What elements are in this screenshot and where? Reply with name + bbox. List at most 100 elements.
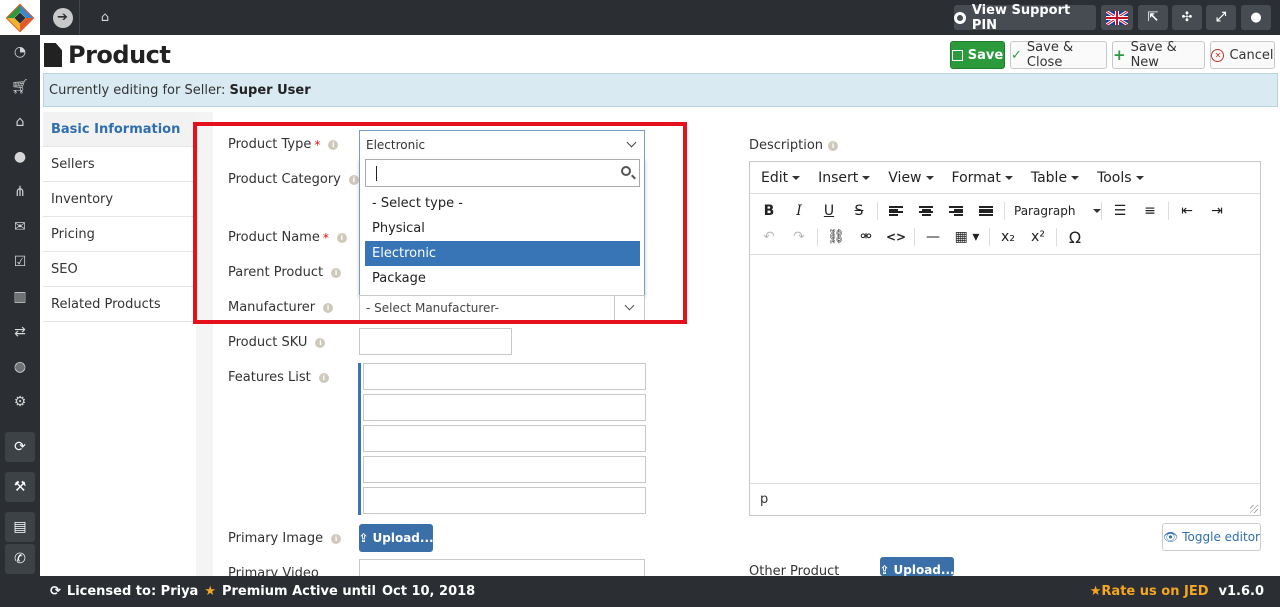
save-new-button[interactable]: + Save & New: [1112, 40, 1205, 70]
info-icon[interactable]: i: [331, 533, 342, 544]
joomla-admin-button[interactable]: ✣: [1172, 5, 1202, 30]
align-right-icon[interactable]: [941, 199, 971, 223]
primary-image-upload-button[interactable]: ⇪ Upload...: [358, 524, 434, 552]
editor-content-area[interactable]: [750, 254, 1260, 482]
cancel-button[interactable]: ✕ Cancel: [1210, 41, 1275, 69]
menu-edit[interactable]: Edit: [752, 170, 809, 186]
chevron-down-icon: [614, 296, 644, 320]
gear-icon[interactable]: ⚙: [0, 387, 40, 417]
feature-input[interactable]: [363, 456, 646, 483]
superscript-icon[interactable]: x²: [1023, 225, 1053, 249]
wrench-icon[interactable]: ⚒: [5, 472, 35, 502]
italic-icon[interactable]: I: [784, 199, 814, 223]
menu-view[interactable]: View: [879, 170, 942, 186]
redo-icon[interactable]: ↷: [784, 225, 814, 249]
dropdown-option[interactable]: - Select type -: [365, 191, 640, 216]
info-icon[interactable]: i: [828, 140, 839, 151]
book-icon[interactable]: ▤: [5, 512, 35, 542]
rate-us-link[interactable]: ★Rate us on JED: [1090, 584, 1209, 599]
info-icon[interactable]: i: [318, 372, 329, 383]
features-list-accent: [358, 363, 361, 515]
align-left-icon[interactable]: [881, 199, 911, 223]
resize-handle-icon[interactable]: [1250, 505, 1258, 513]
dropdown-option[interactable]: Physical: [365, 216, 640, 241]
bold-icon[interactable]: B: [754, 199, 784, 223]
envelope-icon[interactable]: ✉: [0, 212, 40, 242]
numbered-list-icon[interactable]: ≡: [1135, 199, 1165, 223]
feature-input[interactable]: [363, 425, 646, 452]
section-tab-sellers[interactable]: Sellers: [43, 147, 196, 182]
strikethrough-icon[interactable]: S: [844, 199, 874, 223]
cart-icon[interactable]: 🛒︎: [0, 72, 40, 102]
toggle-sidebar-button[interactable]: ➔: [46, 0, 80, 35]
code-icon[interactable]: <>: [881, 225, 911, 249]
banner-prefix: Currently editing for Seller:: [49, 82, 226, 98]
open-site-button[interactable]: ⇱: [1138, 5, 1168, 30]
outdent-icon[interactable]: ⇤: [1172, 199, 1202, 223]
block-format-select[interactable]: Paragraph: [1008, 199, 1102, 223]
align-justify-icon[interactable]: [971, 199, 1001, 223]
save-button[interactable]: Save: [950, 41, 1005, 69]
info-icon[interactable]: i: [331, 267, 342, 278]
sitemap-icon[interactable]: ⋔: [0, 177, 40, 207]
section-tab-related-products[interactable]: Related Products: [43, 287, 196, 322]
indent-icon[interactable]: ⇥: [1202, 199, 1232, 223]
product-sku-input[interactable]: [359, 328, 512, 355]
element-path[interactable]: p: [760, 492, 768, 507]
align-center-icon[interactable]: [911, 199, 941, 223]
bullet-list-icon[interactable]: ☰: [1105, 199, 1135, 223]
feature-input[interactable]: [363, 394, 646, 421]
caret-down-icon: [1135, 175, 1144, 180]
language-button[interactable]: [1101, 5, 1133, 30]
refresh-icon[interactable]: ⟳: [5, 432, 35, 462]
dashboard-icon[interactable]: ◔: [0, 37, 40, 67]
other-product-upload-button[interactable]: ⇪ Upload...: [879, 557, 955, 577]
table-icon[interactable]: ▦ ▾: [948, 225, 986, 249]
menu-insert[interactable]: Insert: [809, 170, 879, 186]
user-icon[interactable]: ●: [0, 142, 40, 172]
info-icon[interactable]: i: [328, 139, 339, 150]
undo-icon[interactable]: ↶: [754, 225, 784, 249]
phone-icon[interactable]: ✆: [5, 544, 35, 574]
section-tab-seo[interactable]: SEO: [43, 252, 196, 287]
underline-icon[interactable]: U: [814, 199, 844, 223]
feature-input[interactable]: [363, 487, 646, 514]
user-menu-button[interactable]: ●: [1241, 5, 1271, 30]
link-icon[interactable]: ⛓: [821, 225, 851, 249]
home-button[interactable]: ⌂: [88, 0, 122, 35]
horizontal-rule-icon[interactable]: —: [918, 225, 948, 249]
section-tab-basic-information[interactable]: Basic Information: [43, 112, 196, 147]
user-icon: ●: [1250, 10, 1262, 25]
info-icon[interactable]: i: [348, 174, 359, 185]
lifebuoy-icon: [954, 11, 966, 24]
info-icon[interactable]: i: [315, 337, 326, 348]
unlink-icon[interactable]: ⚮: [851, 225, 881, 249]
dropdown-option[interactable]: Package: [365, 266, 640, 291]
section-tab-inventory[interactable]: Inventory: [43, 182, 196, 217]
primary-video-input[interactable]: [359, 559, 645, 576]
bar-chart-icon[interactable]: ▥: [0, 282, 40, 312]
dropdown-search-input[interactable]: [365, 159, 640, 187]
toggle-editor-button[interactable]: 👁︎ Toggle editor: [1162, 523, 1261, 551]
checkbox-icon[interactable]: ☑: [0, 247, 40, 277]
menu-table[interactable]: Table: [1022, 170, 1088, 186]
menu-tools[interactable]: Tools: [1088, 170, 1153, 186]
feature-input[interactable]: [363, 363, 646, 390]
dropdown-option-selected[interactable]: Electronic: [365, 241, 640, 266]
globe-icon[interactable]: ◍: [0, 352, 40, 382]
save-close-button[interactable]: ✓ Save & Close: [1010, 40, 1107, 70]
bank-icon[interactable]: ⌂: [0, 107, 40, 137]
product-type-select[interactable]: Electronic: [359, 130, 645, 159]
view-support-pin-button[interactable]: View Support PIN: [954, 3, 1096, 33]
exchange-icon[interactable]: ⇄: [0, 317, 40, 347]
primary-image-label-text: Primary Image: [228, 531, 324, 546]
menu-format[interactable]: Format: [943, 170, 1022, 186]
section-tab-pricing[interactable]: Pricing: [43, 217, 196, 252]
manufacturer-select[interactable]: - Select Manufacturer-: [359, 295, 645, 321]
subscript-icon[interactable]: x₂: [993, 225, 1023, 249]
special-char-icon[interactable]: Ω: [1060, 225, 1090, 249]
info-icon[interactable]: i: [323, 302, 334, 313]
app-logo[interactable]: [0, 0, 40, 35]
info-icon[interactable]: i: [336, 232, 347, 243]
fullscreen-button[interactable]: ⤢: [1206, 5, 1236, 30]
